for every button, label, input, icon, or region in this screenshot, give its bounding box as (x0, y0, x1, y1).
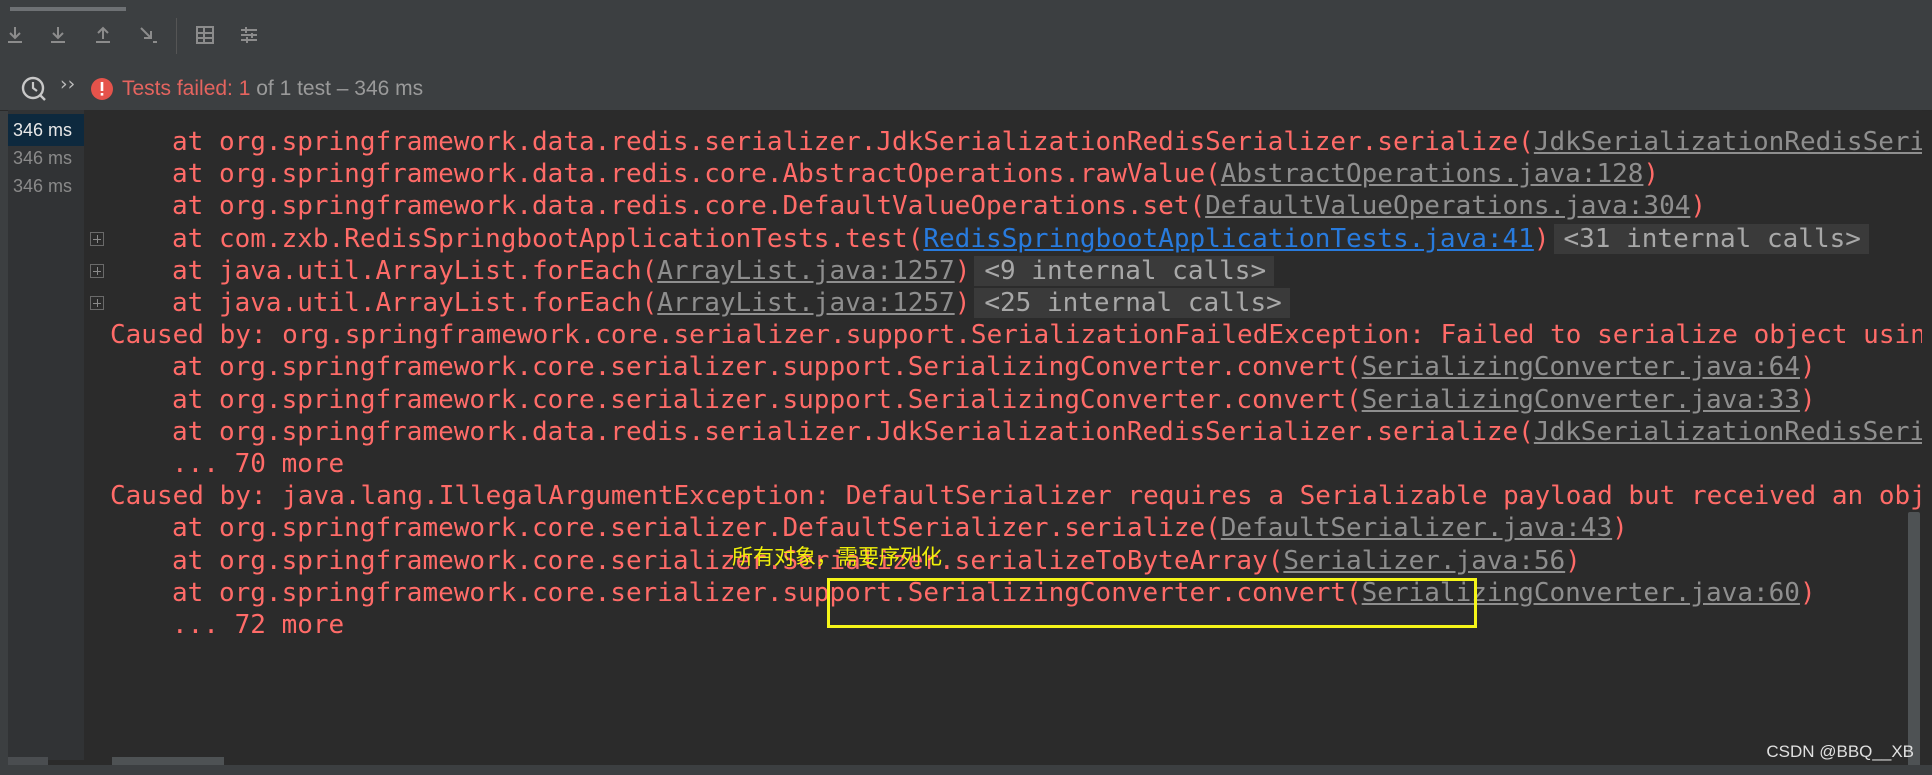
trace-text: ... 72 more (172, 610, 345, 640)
trace-text-close: ) (1799, 384, 1816, 415)
highlight-box (827, 578, 1477, 628)
expand-toggle-icon[interactable] (90, 296, 104, 310)
expand-toggle-icon[interactable] (90, 263, 104, 278)
trace-text-close: ) (1533, 223, 1550, 254)
tests-failed-label: Tests failed: 1 (122, 77, 251, 100)
bottom-edge-bar (0, 765, 1932, 775)
test-result-summary: Tests failed: 1 of 1 test – 346 ms (122, 74, 423, 104)
trace-text-close: ) (954, 288, 971, 318)
internal-calls-fold[interactable]: <9 internal calls> (974, 255, 1275, 286)
scroll-down-icon[interactable] (0, 20, 30, 50)
console-output: at org.springframework.data.redis.serial… (84, 110, 1922, 765)
source-link[interactable]: DefaultValueOperations.java:304 (1205, 191, 1690, 221)
step-out-icon[interactable] (133, 20, 163, 50)
left-horizontal-scrollbar[interactable] (8, 757, 48, 765)
source-link[interactable]: SerializingConverter.java:64 (1362, 352, 1800, 382)
source-link[interactable]: Serializer.java:56 (1283, 546, 1565, 576)
source-link[interactable]: AbstractOperations.java:128 (1221, 159, 1644, 189)
source-link[interactable]: SerializingConverter.java:33 (1362, 385, 1800, 415)
tests-summary-detail: of 1 test – 346 ms (250, 77, 424, 100)
trace-text-close: ) (1612, 513, 1628, 544)
source-link[interactable]: RedisSpringbootApplicationTests.java:41 (923, 224, 1533, 254)
toolbar-separator (176, 18, 177, 54)
trace-text-close: ) (1799, 577, 1816, 608)
annotation-note: 所有对象，需要序列化 (732, 545, 942, 569)
source-link[interactable]: JdkSerializationRedisSeria (1534, 417, 1922, 447)
table-icon[interactable] (190, 20, 220, 50)
download-icon[interactable] (43, 20, 73, 50)
trace-text: at org.springframework.data.redis.serial… (172, 416, 1534, 447)
stack-trace-line: at org.springframework.data.redis.serial… (172, 412, 1922, 452)
filter-settings-icon[interactable] (234, 20, 264, 50)
trace-text-close: ) (1690, 191, 1707, 222)
upload-icon[interactable] (88, 20, 118, 50)
trace-text-close: ) (954, 255, 971, 286)
source-link[interactable]: ArrayList.java:1257 (657, 288, 954, 318)
trace-text-close: ) (1643, 159, 1660, 190)
internal-calls-fold[interactable]: <25 internal calls> (974, 288, 1290, 318)
test-duration-list: 346 ms 346 ms 346 ms (8, 110, 84, 760)
test-runner-toolbar (0, 0, 1932, 69)
error-icon (90, 77, 114, 101)
trace-text-close: ) (1565, 545, 1581, 576)
stack-trace-line: ... 72 more (172, 605, 344, 645)
test-status-bar: ›› Tests failed: 1 of 1 test – 346 ms (0, 68, 1932, 111)
history-clock-icon[interactable] (18, 73, 50, 105)
trace-text-close: ) (1799, 352, 1816, 383)
source-link[interactable]: DefaultSerializer.java:43 (1221, 513, 1612, 543)
source-link[interactable]: ArrayList.java:1257 (657, 256, 954, 286)
internal-calls-fold[interactable]: <31 internal calls> (1553, 223, 1869, 254)
expand-toggle-icon[interactable] (90, 231, 104, 246)
vertical-scrollbar-thumb[interactable] (1908, 512, 1920, 765)
duration-item[interactable]: 346 ms (8, 170, 84, 202)
horizontal-scrollbar-thumb[interactable] (112, 757, 224, 765)
source-link[interactable]: JdkSerializationRedisSeria (1534, 127, 1922, 157)
chevron-right-icon[interactable]: ›› (60, 73, 75, 95)
watermark: CSDN @BBQ__XB (1766, 742, 1914, 761)
tab-indicator (10, 7, 126, 11)
left-edge-bar (0, 0, 8, 775)
